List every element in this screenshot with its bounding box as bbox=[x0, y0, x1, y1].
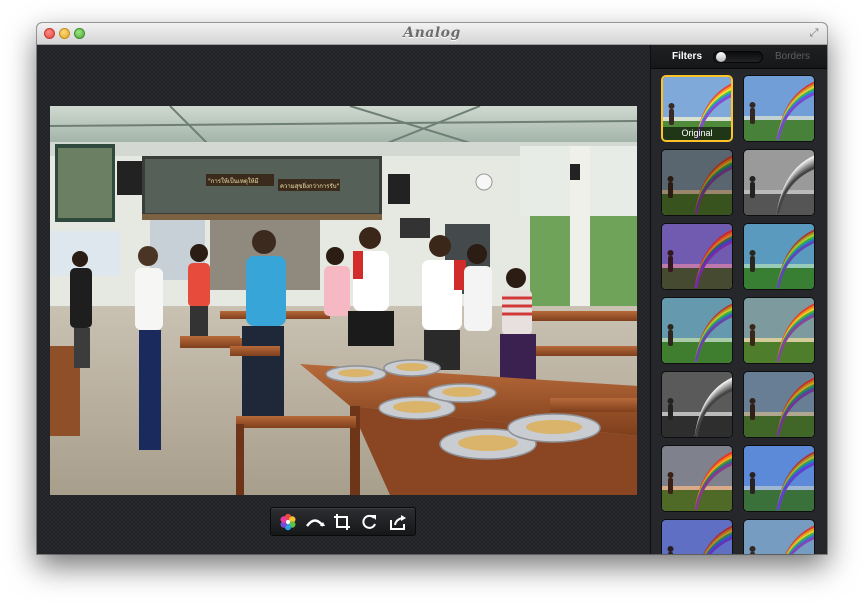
filter-thumbnail-grid: Original bbox=[651, 69, 827, 554]
filter-thumbnail[interactable] bbox=[743, 297, 815, 364]
rotate-icon[interactable] bbox=[358, 511, 380, 533]
filter-preview-image bbox=[744, 298, 814, 363]
filter-thumbnail[interactable] bbox=[743, 519, 815, 554]
title-bar[interactable]: Analog ⤢ bbox=[37, 23, 827, 45]
photo-sign-right: ความสุขยิ่งกว่าการรับ" bbox=[280, 182, 340, 190]
filter-preview-image bbox=[744, 446, 814, 511]
filter-preview-image bbox=[744, 150, 814, 215]
filters-borders-toggle[interactable] bbox=[713, 51, 763, 63]
straighten-arc-icon[interactable] bbox=[304, 511, 326, 533]
filter-preview-image bbox=[662, 224, 732, 289]
share-icon[interactable] bbox=[387, 511, 409, 533]
crop-icon[interactable] bbox=[331, 511, 353, 533]
photo-canvas: "การให้เป็นเหตุให้มี ความสุขยิ่งกว่าการร… bbox=[37, 45, 650, 554]
filters-sidebar: Filters Borders Original bbox=[650, 45, 827, 554]
filter-preview-image bbox=[662, 298, 732, 363]
photo-sign-left: "การให้เป็นเหตุให้มี bbox=[208, 176, 259, 185]
filter-thumbnail[interactable] bbox=[661, 149, 733, 216]
edit-toolbar bbox=[270, 507, 416, 536]
filter-preview-image bbox=[744, 76, 814, 141]
filters-borders-segment: Filters Borders bbox=[651, 45, 827, 69]
filter-preview-image bbox=[744, 372, 814, 437]
filter-thumbnail[interactable] bbox=[743, 149, 815, 216]
fullscreen-icon[interactable]: ⤢ bbox=[807, 26, 821, 40]
app-title: Analog bbox=[403, 25, 461, 41]
filter-thumbnail[interactable] bbox=[661, 445, 733, 512]
filters-wheel-icon[interactable] bbox=[277, 511, 299, 533]
filter-preview-image bbox=[662, 446, 732, 511]
filter-preview-image bbox=[662, 150, 732, 215]
filter-caption: Original bbox=[663, 127, 731, 140]
filter-thumbnail[interactable] bbox=[743, 75, 815, 142]
filter-thumbnail[interactable] bbox=[661, 223, 733, 290]
toggle-knob[interactable] bbox=[716, 52, 726, 62]
filter-thumbnail[interactable] bbox=[661, 519, 733, 554]
filter-preview-image bbox=[662, 520, 732, 554]
filter-preview-image bbox=[744, 520, 814, 554]
filter-thumbnail[interactable] bbox=[661, 371, 733, 438]
borders-tab[interactable]: Borders bbox=[775, 51, 810, 62]
filter-preview-image bbox=[744, 224, 814, 289]
filter-preview-image bbox=[662, 372, 732, 437]
filter-thumbnail[interactable] bbox=[661, 297, 733, 364]
photo-preview[interactable]: "การให้เป็นเหตุให้มี ความสุขยิ่งกว่าการร… bbox=[50, 106, 637, 495]
app-window: Analog ⤢ "การให้เป็นเหตุให้มี ความสุขยิ่… bbox=[37, 23, 827, 554]
filter-thumbnail[interactable] bbox=[743, 371, 815, 438]
filter-thumbnail[interactable] bbox=[743, 223, 815, 290]
filter-thumbnail[interactable]: Original bbox=[661, 75, 733, 142]
filters-tab[interactable]: Filters bbox=[672, 51, 702, 62]
filter-thumbnail[interactable] bbox=[743, 445, 815, 512]
photo-image: "การให้เป็นเหตุให้มี ความสุขยิ่งกว่าการร… bbox=[50, 106, 637, 495]
